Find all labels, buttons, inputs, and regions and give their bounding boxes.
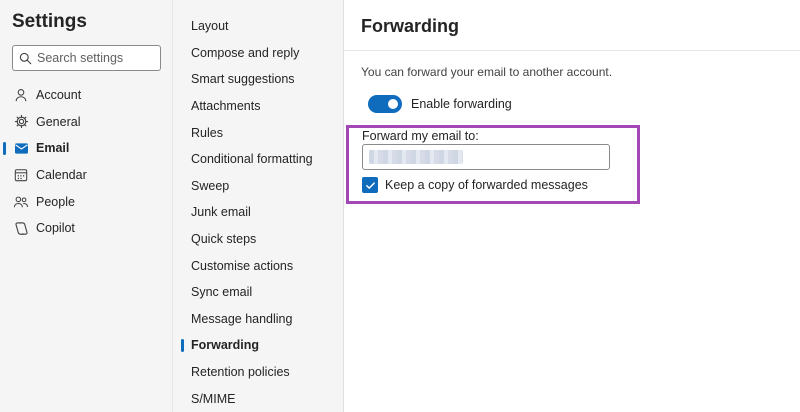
nav-smime[interactable]: S/MIME [173, 385, 344, 412]
category-general[interactable]: General [0, 109, 172, 136]
category-email[interactable]: Email [0, 135, 172, 162]
nav-smart-suggestions[interactable]: Smart suggestions [173, 66, 344, 93]
keep-copy-row: Keep a copy of forwarded messages [362, 177, 588, 193]
checkmark-icon [365, 181, 375, 189]
mail-icon [13, 140, 29, 156]
category-label: Email [36, 141, 70, 156]
forwarding-panel: Forwarding You can forward your email to… [343, 0, 800, 412]
nav-attachments[interactable]: Attachments [173, 93, 344, 120]
keep-copy-label: Keep a copy of forwarded messages [385, 178, 588, 192]
nav-junk-email[interactable]: Junk email [173, 199, 344, 226]
category-label: General [36, 114, 81, 129]
enable-forwarding-toggle[interactable] [368, 95, 402, 113]
nav-compose-and-reply[interactable]: Compose and reply [173, 40, 344, 67]
nav-conditional-formatting[interactable]: Conditional formatting [173, 146, 344, 173]
search-settings-box[interactable] [12, 45, 161, 71]
nav-quick-steps[interactable]: Quick steps [173, 226, 344, 253]
forward-to-email-input[interactable] [362, 144, 610, 170]
email-settings-nav: Layout Compose and reply Smart suggestio… [172, 0, 343, 412]
email-settings-list: Layout Compose and reply Smart suggestio… [173, 13, 344, 412]
forwarding-description: You can forward your email to another ac… [361, 65, 613, 79]
settings-category-list: Account General Email Calendar People Co… [0, 82, 172, 242]
nav-forwarding[interactable]: Forwarding [173, 332, 344, 359]
nav-message-handling[interactable]: Message handling [173, 306, 344, 333]
nav-rules[interactable]: Rules [173, 119, 344, 146]
person-icon [13, 87, 29, 103]
category-calendar[interactable]: Calendar [0, 162, 172, 189]
category-label: Account [36, 88, 82, 103]
page-title: Forwarding [361, 16, 459, 36]
people-icon [13, 194, 29, 210]
category-label: Copilot [36, 221, 75, 236]
enable-forwarding-label: Enable forwarding [411, 97, 512, 111]
nav-sync-email[interactable]: Sync email [173, 279, 344, 306]
category-copilot[interactable]: Copilot [0, 215, 172, 242]
category-people[interactable]: People [0, 188, 172, 215]
category-account[interactable]: Account [0, 82, 172, 109]
search-icon [19, 52, 32, 64]
gear-icon [13, 114, 29, 130]
nav-layout[interactable]: Layout [173, 13, 344, 40]
category-label: People [36, 194, 75, 209]
nav-retention-policies[interactable]: Retention policies [173, 359, 344, 386]
search-settings-input[interactable] [37, 51, 155, 65]
nav-sweep[interactable]: Sweep [173, 173, 344, 200]
keep-copy-checkbox[interactable] [362, 177, 378, 193]
redacted-email-value [369, 150, 463, 164]
copilot-icon [13, 220, 29, 236]
category-label: Calendar [36, 168, 87, 183]
forward-to-label: Forward my email to: [362, 129, 479, 143]
title-divider [344, 50, 800, 51]
nav-customise-actions[interactable]: Customise actions [173, 252, 344, 279]
settings-title: Settings [12, 11, 87, 32]
calendar-icon [13, 167, 29, 183]
settings-sidebar: Settings Account General Email [0, 0, 172, 412]
enable-forwarding-row: Enable forwarding [368, 95, 512, 113]
